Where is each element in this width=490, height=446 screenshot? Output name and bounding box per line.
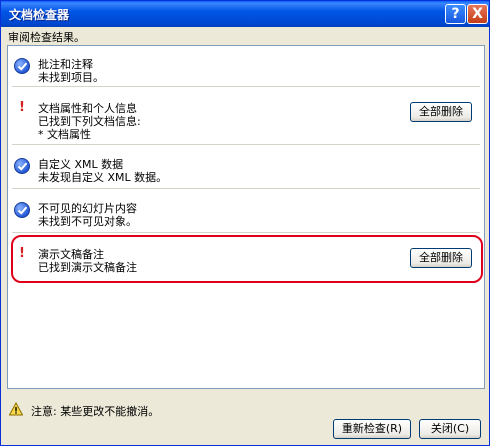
warning-triangle-icon [9,402,23,416]
help-button[interactable]: ? [445,4,466,24]
warning-exclamation-icon: ! [19,100,25,115]
results-panel: 批注和注释 未找到项目。 ! 文档属性和个人信息 已找到下列文档信息: * 文档… [7,45,485,389]
review-results-label: 审阅检查结果。 [8,31,85,44]
red-highlight-annotation [11,235,483,283]
check-circle-icon [14,202,30,218]
item-detail: 未找到项目。 [38,71,104,84]
close-icon: X [472,6,483,22]
help-icon: ? [451,6,460,22]
window-title: 文档检查器 [9,8,70,22]
item-detail-extra: * 文档属性 [38,128,91,141]
close-button[interactable]: 关闭(C) [419,419,481,439]
recheck-button[interactable]: 重新检查(R) [333,419,411,439]
remove-all-properties-button[interactable]: 全部删除 [410,102,472,122]
divider [12,144,480,145]
check-circle-icon [14,58,30,74]
check-circle-icon [14,158,30,174]
item-detail: 未找到不可见对象。 [38,215,137,228]
document-inspector-window: 文档检查器 ? X 审阅检查结果。 批注和注释 未找到项目。 ! 文档属性和个人… [0,0,490,446]
divider [12,86,480,87]
title-bar[interactable]: 文档检查器 ? X [1,1,489,27]
divider [12,232,480,233]
warning-note: 注意: 某些更改不能撤消。 [31,405,160,418]
divider [12,188,480,189]
close-window-button[interactable]: X [467,4,488,24]
item-detail: 未发现自定义 XML 数据。 [38,171,168,184]
